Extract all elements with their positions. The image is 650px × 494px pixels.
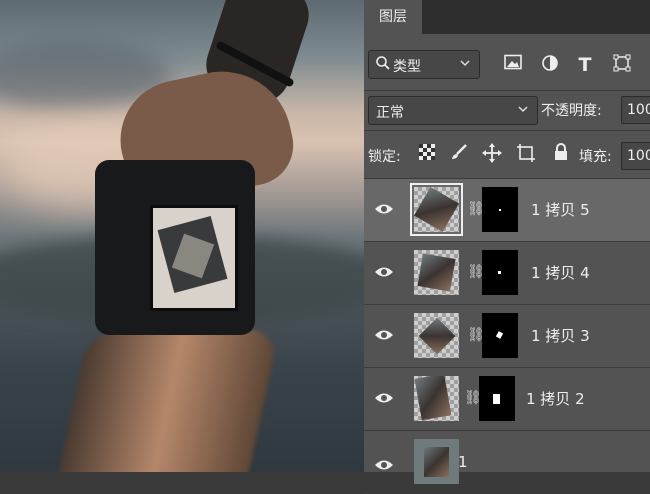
layer-name: 1 拷贝 3 <box>531 327 590 345</box>
filter-toolbar: 类型 T <box>364 46 650 86</box>
panel-tab-bar: 图层 <box>364 0 650 34</box>
layer-name: 1 拷贝 4 <box>531 264 590 282</box>
eye-icon[interactable] <box>374 201 394 215</box>
link-icon[interactable]: ⛓ <box>464 390 482 406</box>
chevron-down-icon <box>459 57 471 72</box>
link-icon[interactable]: ⛓ <box>467 264 485 280</box>
search-icon <box>375 55 391 75</box>
photo-rail <box>50 330 280 472</box>
blend-mode-select[interactable]: 正常 <box>368 96 538 125</box>
photo-camera-screen <box>150 205 238 311</box>
eye-icon[interactable] <box>374 390 394 404</box>
divider <box>364 130 650 131</box>
shape-filter-icon[interactable] <box>611 54 633 76</box>
lock-label: 锁定: <box>368 149 401 165</box>
lock-all-icon[interactable] <box>550 143 572 165</box>
layer-thumbnail <box>414 376 459 421</box>
opacity-input[interactable]: 100 <box>621 96 650 124</box>
eye-icon[interactable] <box>374 264 394 278</box>
layer-thumbnail <box>414 439 459 484</box>
layers-panel: 图层 类型 T 正常 不透明度: 100 锁定 <box>364 0 650 494</box>
document-canvas[interactable] <box>0 0 364 472</box>
layer-name: 1 拷贝 2 <box>526 390 585 408</box>
layer-row[interactable]: ⛓ 1 拷贝 3 <box>364 305 650 368</box>
fill-input[interactable]: 100 <box>621 142 650 170</box>
adjustment-filter-icon[interactable] <box>539 54 561 76</box>
tab-layers[interactable]: 图层 <box>364 0 422 34</box>
lock-artboard-icon[interactable] <box>515 143 537 165</box>
text-filter-icon[interactable]: T <box>574 54 596 76</box>
divider <box>364 90 650 91</box>
layer-name: 1 <box>458 453 468 471</box>
filter-type-select[interactable]: 类型 <box>368 50 480 79</box>
lock-image-icon[interactable] <box>448 143 470 165</box>
layer-thumbnail <box>414 250 459 295</box>
opacity-label: 不透明度: <box>541 103 602 119</box>
layer-mask-thumbnail <box>482 250 518 295</box>
layer-row[interactable]: ⛓ 1 拷贝 4 <box>364 242 650 305</box>
layer-row[interactable]: ⛓ 1 拷贝 2 <box>364 368 650 431</box>
lock-position-icon[interactable] <box>481 143 503 165</box>
layer-name: 1 拷贝 5 <box>531 201 590 219</box>
layer-mask-thumbnail <box>482 187 518 232</box>
link-icon[interactable]: ⛓ <box>467 327 485 343</box>
chevron-down-icon <box>517 103 529 118</box>
layer-mask-thumbnail <box>479 376 515 421</box>
image-filter-icon[interactable] <box>502 54 524 76</box>
blend-mode-label: 正常 <box>376 105 404 121</box>
layer-mask-thumbnail <box>482 313 518 358</box>
layer-thumbnail <box>414 313 459 358</box>
eye-icon[interactable] <box>374 457 394 471</box>
layer-row[interactable]: 1 <box>364 431 650 494</box>
link-icon[interactable]: ⛓ <box>467 201 485 217</box>
layer-row[interactable]: ⛓ 1 拷贝 5 <box>364 179 650 242</box>
layer-thumbnail <box>410 183 463 236</box>
filter-type-label: 类型 <box>393 59 421 75</box>
eye-icon[interactable] <box>374 327 394 341</box>
fill-label: 填充: <box>579 149 612 165</box>
lock-transparency-icon[interactable] <box>416 143 438 165</box>
